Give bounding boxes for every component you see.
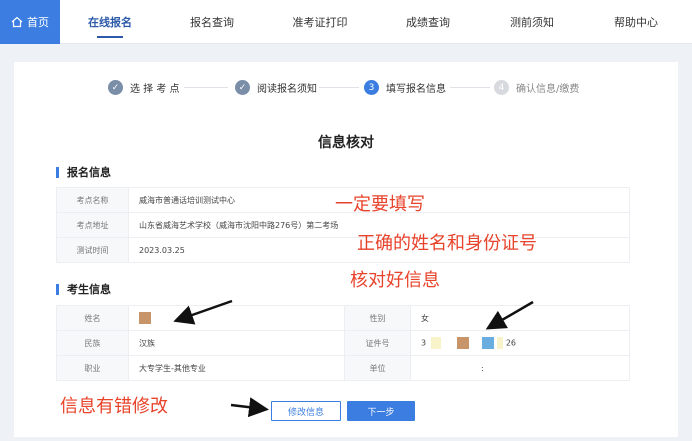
step-select-site: ✓ 选 择 考 点 xyxy=(108,80,180,95)
top-navigation: 首页 在线报名 报名查询 准考证打印 成绩查询 测前须知 帮助中心 xyxy=(0,0,692,44)
nav-score-query[interactable]: 成绩查询 xyxy=(406,0,450,44)
step-read-notice: ✓ 阅读报名须知 xyxy=(235,80,317,95)
nav-registration-query[interactable]: 报名查询 xyxy=(190,0,234,44)
check-icon: ✓ xyxy=(235,80,250,95)
step-label: 确认信息/缴费 xyxy=(516,84,580,95)
progress-stepper: ✓ 选 择 考 点 ✓ 阅读报名须知 3 填写报名信息 4 确认信息/缴费 xyxy=(14,62,678,116)
table-row: 民族 汉族 证件号 3 26 xyxy=(56,330,630,356)
annotation-modify-if-wrong: 信息有错修改 xyxy=(60,396,168,417)
redacted-id xyxy=(457,337,470,349)
table-row: 考点地址 山东省威海艺术学校（威海市沈阳中路276号）第二考场 xyxy=(56,212,630,238)
unit-label: 单位 xyxy=(344,355,411,381)
name-value xyxy=(128,305,345,331)
step-divider xyxy=(319,87,359,88)
step-divider xyxy=(450,87,490,88)
redacted-name xyxy=(139,312,151,324)
table-row: 职业 大专学生-其他专业 单位 : xyxy=(56,355,630,381)
annotation-correct-name-id: 正确的姓名和身份证号 xyxy=(357,233,537,254)
section-title-registration: 报名信息 xyxy=(56,167,111,178)
step-number: 3 xyxy=(364,80,379,95)
nav-test-notice[interactable]: 测前须知 xyxy=(510,0,554,44)
home-label: 首页 xyxy=(27,15,49,29)
redacted-id xyxy=(497,337,504,349)
occupation-label: 职业 xyxy=(56,355,129,381)
redacted-id xyxy=(430,337,441,349)
unit-value: : xyxy=(410,355,630,381)
nav-help-center[interactable]: 帮助中心 xyxy=(614,0,658,44)
table-row: 姓名 性别 女 xyxy=(56,305,630,331)
annotation-verify-info: 核对好信息 xyxy=(350,270,440,291)
next-step-button[interactable]: 下一步 xyxy=(347,401,415,421)
step-confirm-pay: 4 确认信息/缴费 xyxy=(494,80,579,95)
step-number: 4 xyxy=(494,80,509,95)
table-row: 测试时间 2023.03.25 xyxy=(56,237,630,263)
step-label: 阅读报名须知 xyxy=(257,84,317,95)
nav-online-registration[interactable]: 在线报名 xyxy=(88,0,132,44)
site-address-label: 考点地址 xyxy=(56,212,129,238)
check-icon: ✓ xyxy=(108,80,123,95)
id-prefix: 3 xyxy=(421,338,427,348)
id-number-value: 3 26 xyxy=(410,330,630,356)
examinee-table: 姓名 性别 女 民族 汉族 证件号 3 26 职业 大专学生-其他专业 单位: xyxy=(56,305,630,381)
step-label: 填写报名信息 xyxy=(386,84,446,95)
id-suffix: 26 xyxy=(505,338,517,348)
site-name-label: 考点名称 xyxy=(56,187,129,213)
step-divider xyxy=(184,87,228,88)
home-button[interactable]: 首页 xyxy=(0,0,60,44)
test-time-label: 测试时间 xyxy=(56,237,129,263)
name-label: 姓名 xyxy=(56,305,129,331)
page-title: 信息核对 xyxy=(318,135,374,151)
step-fill-info: 3 填写报名信息 xyxy=(364,80,446,95)
main-card: ✓ 选 择 考 点 ✓ 阅读报名须知 3 填写报名信息 4 确认信息/缴费 信息… xyxy=(14,62,678,437)
ethnicity-label: 民族 xyxy=(56,330,129,356)
ethnicity-value: 汉族 xyxy=(128,330,345,356)
section-title-examinee: 考生信息 xyxy=(56,284,111,295)
redacted-id xyxy=(481,337,494,349)
id-number-label: 证件号 xyxy=(344,330,411,356)
modify-info-button[interactable]: 修改信息 xyxy=(271,401,341,421)
gender-label: 性别 xyxy=(344,305,411,331)
gender-value: 女 xyxy=(410,305,630,331)
step-label: 选 择 考 点 xyxy=(130,84,180,95)
nav-admission-ticket[interactable]: 准考证打印 xyxy=(293,0,348,44)
occupation-value: 大专学生-其他专业 xyxy=(128,355,345,381)
annotation-must-fill: 一定要填写 xyxy=(335,194,425,215)
home-icon xyxy=(11,16,23,27)
